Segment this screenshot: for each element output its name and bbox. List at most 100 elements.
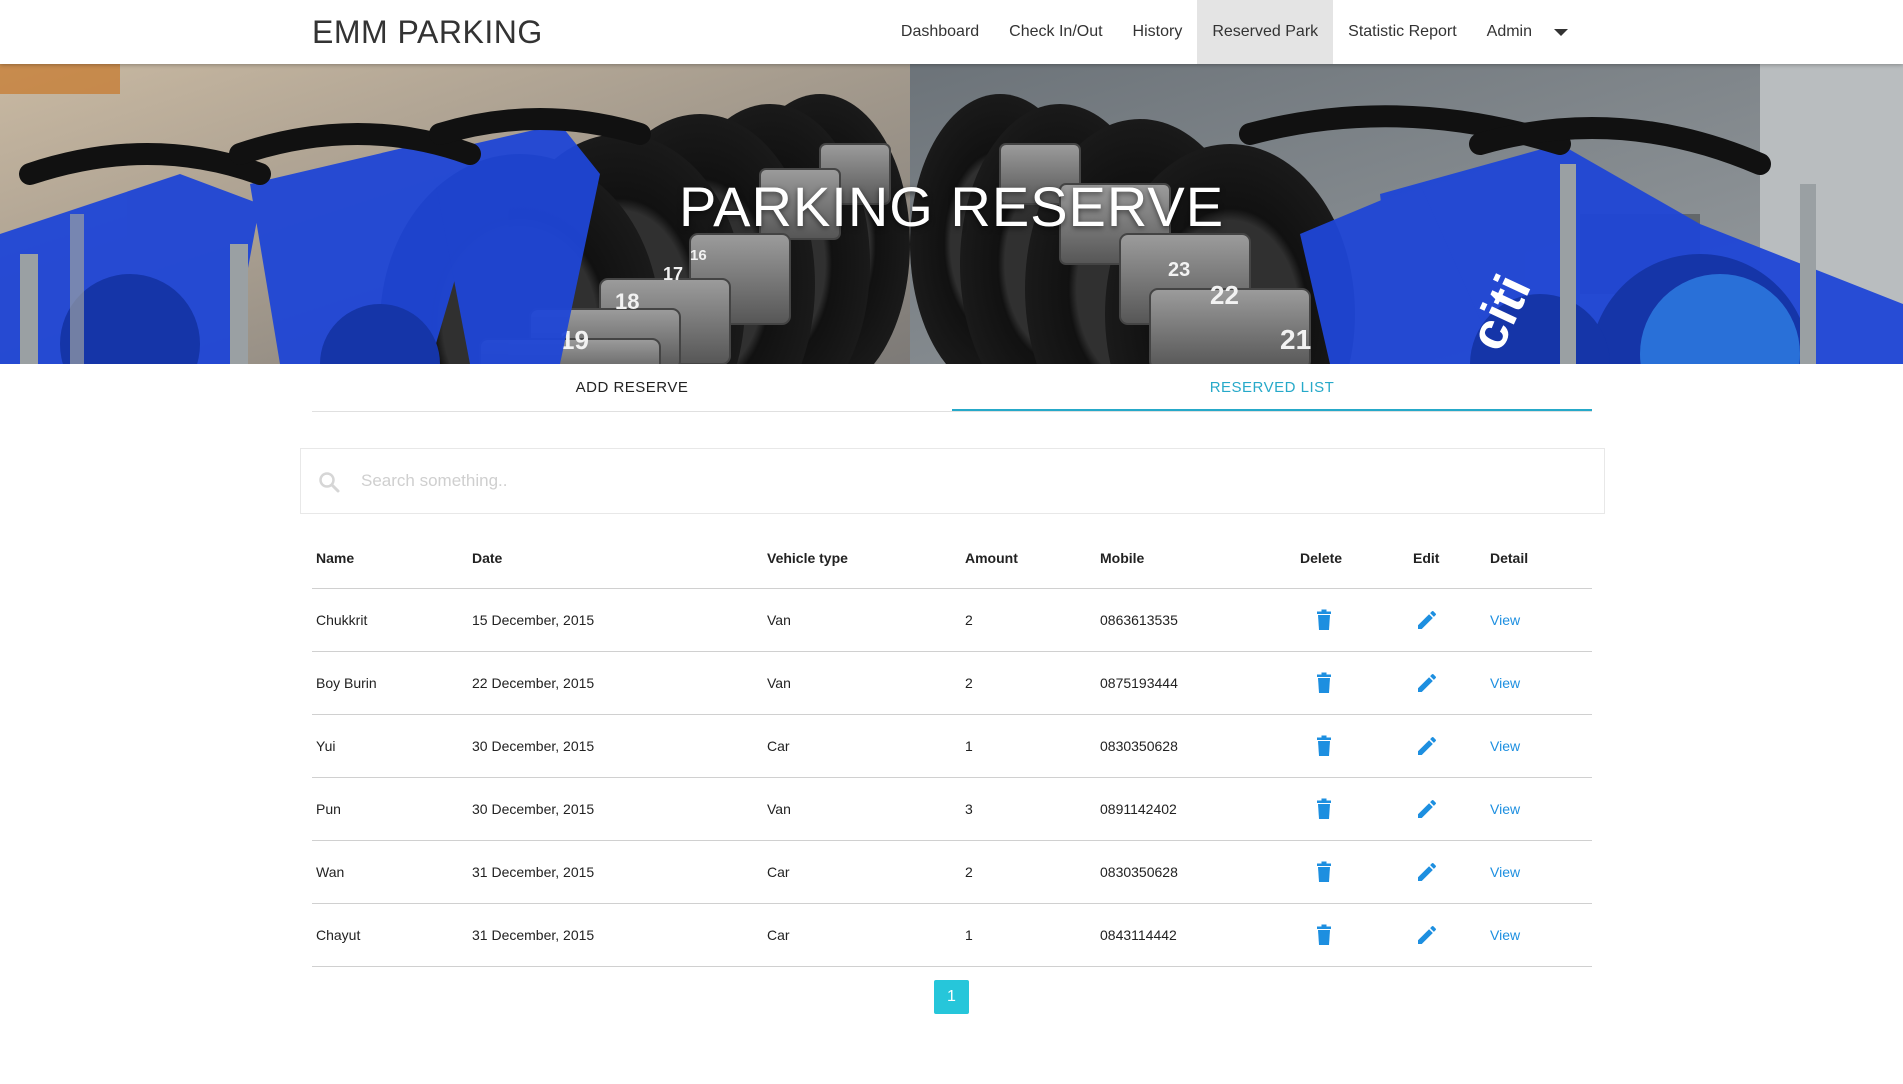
- cell-delete: [1296, 651, 1409, 715]
- cell-date: 30 December, 2015: [468, 714, 763, 778]
- trash-icon[interactable]: [1312, 671, 1336, 695]
- pencil-icon[interactable]: [1415, 860, 1439, 884]
- cell-delete: [1296, 588, 1409, 652]
- cell-date: 31 December, 2015: [468, 903, 763, 967]
- cell-date: 30 December, 2015: [468, 777, 763, 841]
- cell-vehicle-type: Van: [763, 651, 961, 715]
- table-header-row: Name Date Vehicle type Amount Mobile Del…: [312, 528, 1592, 589]
- cell-edit: [1409, 903, 1486, 967]
- cell-name: Chukkrit: [312, 588, 468, 652]
- table-row: Chayut 31 December, 2015 Car 1 084311444…: [312, 903, 1592, 967]
- table-row: Wan 31 December, 2015 Car 2 0830350628 V…: [312, 840, 1592, 904]
- dock-number: 21: [1280, 324, 1311, 355]
- hero-banner: 19 18 17 16 23 22 21 citi PARKING RESERV…: [0, 64, 1903, 364]
- nav-admin-dropdown[interactable]: Admin: [1472, 0, 1583, 64]
- nav-check-in-out[interactable]: Check In/Out: [994, 0, 1117, 64]
- cell-edit: [1409, 714, 1486, 778]
- view-link[interactable]: View: [1490, 738, 1520, 754]
- cell-name: Pun: [312, 777, 468, 841]
- admin-label: Admin: [1486, 23, 1532, 40]
- cell-delete: [1296, 777, 1409, 841]
- nav-history[interactable]: History: [1118, 0, 1198, 64]
- dock-number: 17: [663, 264, 683, 284]
- table-row: Yui 30 December, 2015 Car 1 0830350628 V…: [312, 714, 1592, 778]
- nav-dashboard[interactable]: Dashboard: [886, 0, 994, 64]
- pencil-icon[interactable]: [1415, 671, 1439, 695]
- pencil-icon[interactable]: [1415, 923, 1439, 947]
- header-delete: Delete: [1296, 528, 1409, 589]
- cell-vehicle-type: Van: [763, 777, 961, 841]
- reservation-table: Name Date Vehicle type Amount Mobile Del…: [312, 528, 1592, 967]
- cell-vehicle-type: Van: [763, 588, 961, 652]
- cell-amount: 1: [961, 903, 1096, 967]
- trash-icon[interactable]: [1312, 608, 1336, 632]
- cell-delete: [1296, 903, 1409, 967]
- nav-reserved-park[interactable]: Reserved Park: [1197, 0, 1334, 64]
- search-icon: [319, 472, 340, 493]
- cell-amount: 3: [961, 777, 1096, 841]
- cell-name: Chayut: [312, 903, 468, 967]
- tab-reserved-list[interactable]: RESERVED LIST: [952, 364, 1592, 411]
- reserve-tabs: ADD RESERVE RESERVED LIST: [312, 364, 1592, 412]
- cell-detail: View: [1486, 651, 1592, 715]
- cell-detail: View: [1486, 714, 1592, 778]
- pencil-icon[interactable]: [1415, 797, 1439, 821]
- header-vehicle-type: Vehicle type: [763, 528, 961, 589]
- cell-vehicle-type: Car: [763, 840, 961, 904]
- cell-edit: [1409, 588, 1486, 652]
- navbar: EMM PARKING Dashboard Check In/Out Histo…: [0, 0, 1903, 64]
- dock-number: 23: [1168, 259, 1190, 281]
- cell-date: 31 December, 2015: [468, 840, 763, 904]
- search-input[interactable]: [361, 449, 1591, 513]
- pencil-icon[interactable]: [1415, 608, 1439, 632]
- trash-icon[interactable]: [1312, 860, 1336, 884]
- cell-vehicle-type: Car: [763, 903, 961, 967]
- cell-amount: 2: [961, 651, 1096, 715]
- trash-icon[interactable]: [1312, 734, 1336, 758]
- cell-amount: 2: [961, 588, 1096, 652]
- dock-number: 22: [1210, 280, 1239, 310]
- cell-vehicle-type: Car: [763, 714, 961, 778]
- view-link[interactable]: View: [1490, 927, 1520, 943]
- cell-name: Boy Burin: [312, 651, 468, 715]
- caret-down-icon: [1554, 28, 1568, 36]
- cell-detail: View: [1486, 588, 1592, 652]
- cell-mobile: 0875193444: [1096, 651, 1296, 715]
- cell-detail: View: [1486, 903, 1592, 967]
- header-mobile: Mobile: [1096, 528, 1296, 589]
- dock-number: 18: [615, 289, 639, 314]
- header-date: Date: [468, 528, 763, 589]
- cell-edit: [1409, 651, 1486, 715]
- search-bar: [300, 448, 1605, 514]
- cell-detail: View: [1486, 840, 1592, 904]
- cell-name: Wan: [312, 840, 468, 904]
- page-1-button[interactable]: 1: [934, 980, 969, 1014]
- table-row: Chukkrit 15 December, 2015 Van 2 0863613…: [312, 588, 1592, 652]
- trash-icon[interactable]: [1312, 923, 1336, 947]
- cell-delete: [1296, 840, 1409, 904]
- cell-edit: [1409, 840, 1486, 904]
- view-link[interactable]: View: [1490, 864, 1520, 880]
- cell-date: 15 December, 2015: [468, 588, 763, 652]
- cell-edit: [1409, 777, 1486, 841]
- cell-delete: [1296, 714, 1409, 778]
- cell-amount: 2: [961, 840, 1096, 904]
- view-link[interactable]: View: [1490, 612, 1520, 628]
- header-detail: Detail: [1486, 528, 1592, 589]
- cell-mobile: 0891142402: [1096, 777, 1296, 841]
- view-link[interactable]: View: [1490, 675, 1520, 691]
- brand-logo[interactable]: EMM PARKING: [312, 0, 543, 64]
- cell-detail: View: [1486, 777, 1592, 841]
- cell-amount: 1: [961, 714, 1096, 778]
- pencil-icon[interactable]: [1415, 734, 1439, 758]
- trash-icon[interactable]: [1312, 797, 1336, 821]
- cell-mobile: 0863613535: [1096, 588, 1296, 652]
- view-link[interactable]: View: [1490, 801, 1520, 817]
- dock-number: 16: [690, 247, 707, 264]
- table-row: Boy Burin 22 December, 2015 Van 2 087519…: [312, 651, 1592, 715]
- tab-add-reserve[interactable]: ADD RESERVE: [312, 364, 952, 411]
- nav-statistic-report[interactable]: Statistic Report: [1333, 0, 1471, 64]
- cell-mobile: 0843114442: [1096, 903, 1296, 967]
- cell-date: 22 December, 2015: [468, 651, 763, 715]
- header-name: Name: [312, 528, 468, 589]
